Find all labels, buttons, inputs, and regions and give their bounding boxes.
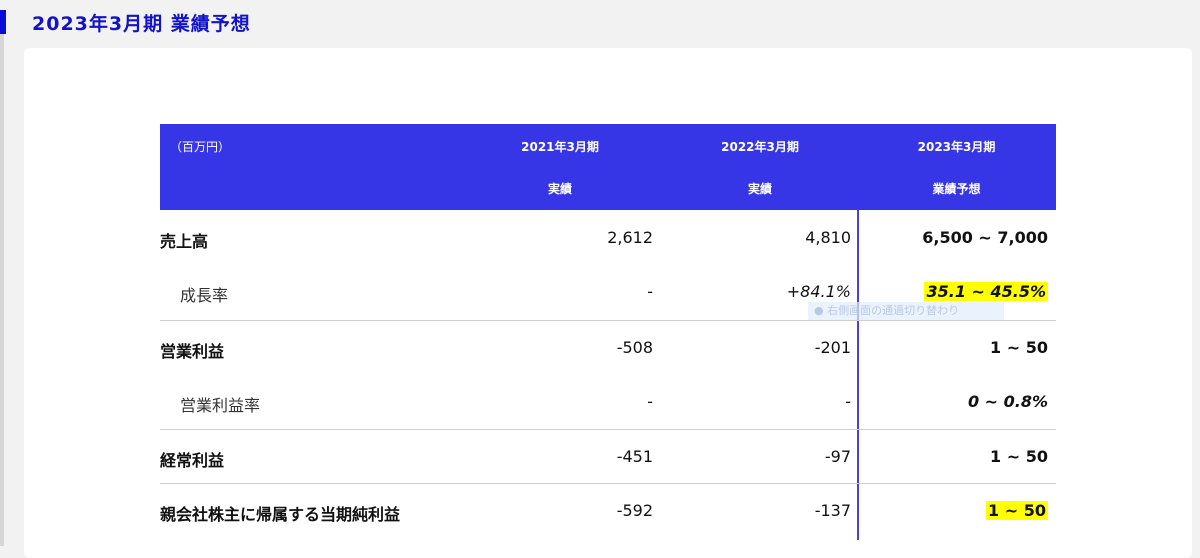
row-label: 経常利益 bbox=[160, 451, 225, 470]
highlight-mark: 35.1 ~ 45.5% bbox=[924, 282, 1048, 301]
cell-2022: +84.1% bbox=[786, 282, 851, 301]
forecast-table: （百万円） 2021年3月期 2022年3月期 2023年3月期 実績 実績 業… bbox=[160, 124, 1056, 540]
cell-2022: -137 bbox=[814, 501, 851, 520]
page-title: 2023年3月期 業績予想 bbox=[32, 13, 251, 35]
header-accent-bar bbox=[0, 10, 6, 34]
highlight-mark: 1 ~ 50 bbox=[986, 501, 1048, 520]
cell-2021: - bbox=[647, 392, 653, 411]
row-label: 親会社株主に帰属する当期純利益 bbox=[160, 505, 401, 524]
cell-2023: 35.1 ~ 45.5% bbox=[860, 282, 1048, 301]
cell-2023: 6,500 ~ 7,000 bbox=[922, 228, 1048, 247]
col-2023-type: 業績予想 bbox=[932, 182, 981, 196]
left-rule bbox=[0, 34, 4, 546]
col-2021-type: 実績 bbox=[547, 182, 572, 196]
cell-2023: 0 ~ 0.8% bbox=[967, 392, 1048, 411]
overlay-watermark: ● 右側画面の通過切り替わり bbox=[808, 302, 1004, 320]
table-header: （百万円） 2021年3月期 2022年3月期 2023年3月期 実績 実績 業… bbox=[160, 124, 1056, 210]
cell-2023: 1 ~ 50 bbox=[860, 501, 1048, 520]
cell-2021: -508 bbox=[616, 338, 653, 357]
cell-2022: -201 bbox=[814, 338, 851, 357]
page-header: 2023年3月期 業績予想 bbox=[0, 0, 1200, 48]
row-label: 売上高 bbox=[160, 232, 209, 251]
cell-2023: 1 ~ 50 bbox=[990, 447, 1048, 466]
cell-2023: 1 ~ 50 bbox=[990, 338, 1048, 357]
unit-label: （百万円） bbox=[170, 140, 231, 154]
table-row: 親会社株主に帰属する当期純利益 -592 -137 1 ~ 50 bbox=[160, 483, 1056, 537]
row-label: 成長率 bbox=[180, 286, 229, 305]
table-row: 経常利益 -451 -97 1 ~ 50 bbox=[160, 429, 1056, 483]
cell-2021: -451 bbox=[616, 447, 653, 466]
cell-2022: 4,810 bbox=[805, 228, 851, 247]
cell-2021: - bbox=[647, 282, 653, 301]
row-label: 営業利益 bbox=[160, 342, 225, 361]
row-label: 営業利益率 bbox=[180, 396, 261, 415]
col-2023-period: 2023年3月期 bbox=[917, 140, 996, 154]
cell-2022: - bbox=[845, 392, 851, 411]
table-body: 売上高 2,612 4,810 6,500 ~ 7,000 成長率 - +84.… bbox=[160, 210, 1056, 540]
col-2022-type: 実績 bbox=[747, 182, 772, 196]
cell-2021: 2,612 bbox=[607, 228, 653, 247]
cell-2022: -97 bbox=[824, 447, 851, 466]
cell-2021: -592 bbox=[616, 501, 653, 520]
col-2022-period: 2022年3月期 bbox=[721, 140, 799, 154]
table-row: 売上高 2,612 4,810 6,500 ~ 7,000 bbox=[160, 210, 1056, 264]
table-row: 営業利益 -508 -201 1 ~ 50 bbox=[160, 320, 1056, 374]
col-2021-period: 2021年3月期 bbox=[521, 140, 599, 154]
table-row: 営業利益率 - - 0 ~ 0.8% bbox=[160, 374, 1056, 428]
